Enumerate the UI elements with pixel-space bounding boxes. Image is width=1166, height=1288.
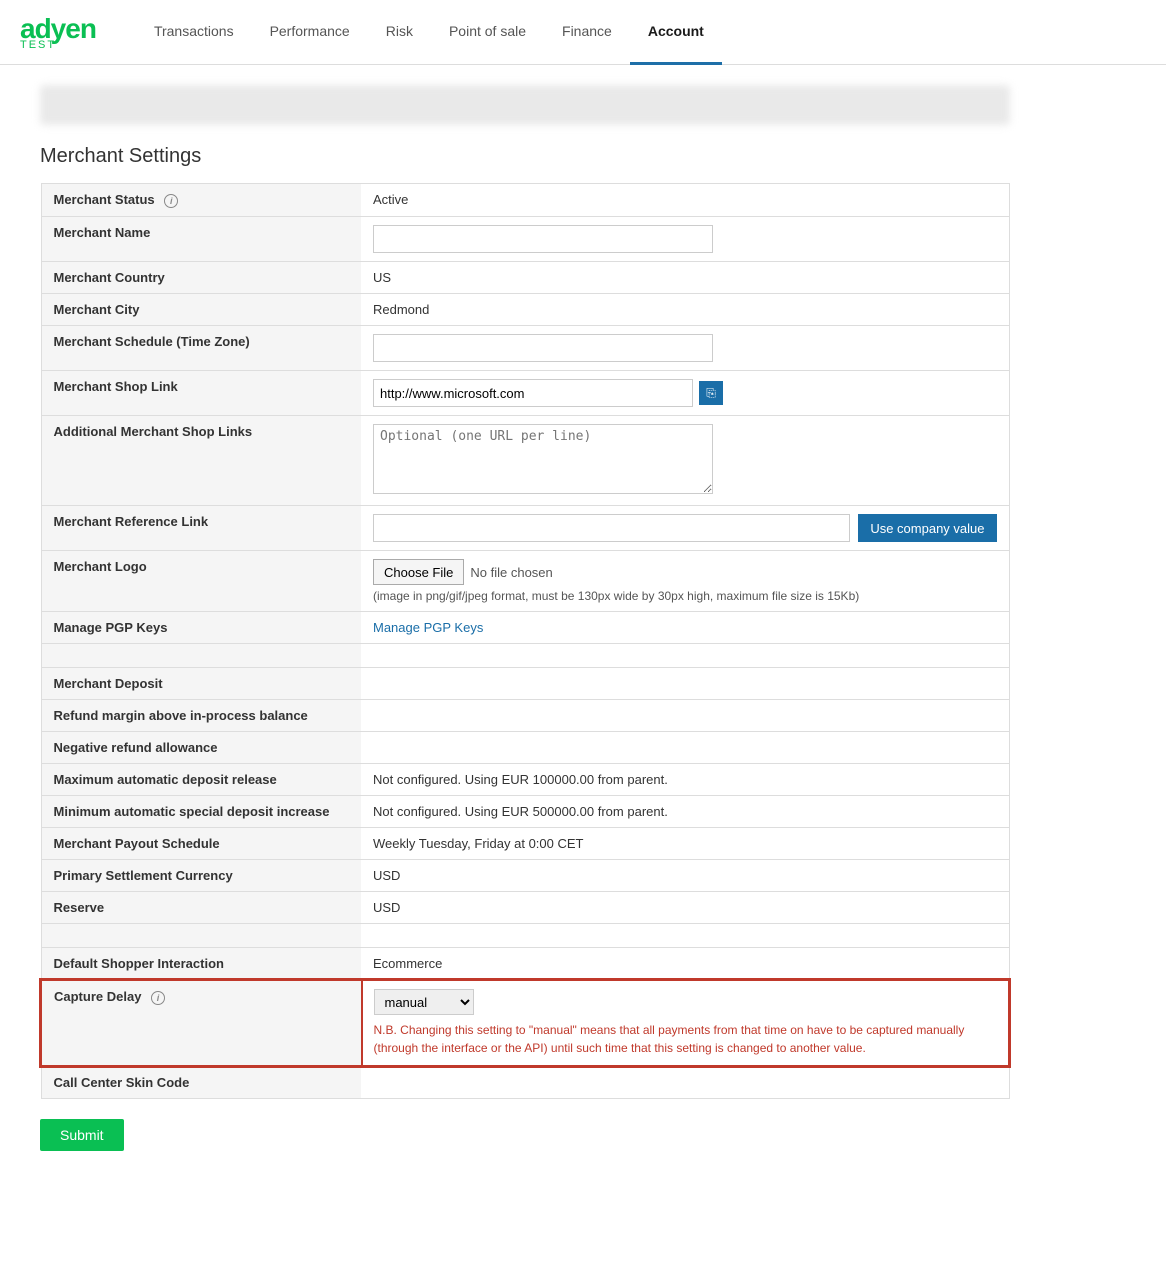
label-additional-shop-links: Additional Merchant Shop Links: [41, 416, 361, 506]
choose-file-button[interactable]: Choose File: [373, 559, 464, 585]
no-file-text: No file chosen: [470, 565, 552, 580]
spacer-row-1: [41, 644, 1009, 668]
row-merchant-city: Merchant City Redmond: [41, 294, 1009, 326]
label-merchant-city: Merchant City: [41, 294, 361, 326]
row-negative-refund: Negative refund allowance: [41, 732, 1009, 764]
label-merchant-logo: Merchant Logo: [41, 551, 361, 612]
ref-link-input[interactable]: [373, 514, 850, 542]
value-merchant-payout: Weekly Tuesday, Friday at 0:00 CET: [361, 828, 1009, 860]
value-capture-delay: manual immediate 1 day 2 days 3 days 4 d…: [361, 980, 1009, 1066]
info-icon-status[interactable]: i: [164, 194, 178, 208]
value-primary-settlement: USD: [361, 860, 1009, 892]
nav-point-of-sale[interactable]: Point of sale: [431, 0, 544, 65]
label-capture-delay: Capture Delay i: [41, 980, 361, 1066]
row-reserve: Reserve USD: [41, 892, 1009, 924]
value-merchant-shop-link: ⎘: [361, 371, 1009, 416]
row-merchant-payout: Merchant Payout Schedule Weekly Tuesday,…: [41, 828, 1009, 860]
value-merchant-deposit: [361, 668, 1009, 700]
merchant-schedule-input[interactable]: [373, 334, 713, 362]
shop-link-input[interactable]: [373, 379, 693, 407]
value-merchant-city: Redmond: [361, 294, 1009, 326]
label-merchant-name: Merchant Name: [41, 217, 361, 262]
label-max-auto-deposit: Maximum automatic deposit release: [41, 764, 361, 796]
value-reserve: USD: [361, 892, 1009, 924]
value-default-shopper: Ecommerce: [361, 948, 1009, 981]
file-input-wrapper: Choose File No file chosen: [373, 559, 997, 585]
value-min-auto-special: Not configured. Using EUR 500000.00 from…: [361, 796, 1009, 828]
merchant-name-input[interactable]: [373, 225, 713, 253]
value-merchant-ref-link: Use company value: [361, 506, 1009, 551]
row-default-shopper: Default Shopper Interaction Ecommerce: [41, 948, 1009, 981]
spacer-row-2: [41, 924, 1009, 948]
value-max-auto-deposit: Not configured. Using EUR 100000.00 from…: [361, 764, 1009, 796]
row-merchant-name: Merchant Name: [41, 217, 1009, 262]
label-merchant-ref-link: Merchant Reference Link: [41, 506, 361, 551]
row-manage-pgp: Manage PGP Keys Manage PGP Keys: [41, 612, 1009, 644]
label-merchant-schedule: Merchant Schedule (Time Zone): [41, 326, 361, 371]
value-merchant-status: Active: [361, 184, 1009, 217]
submit-button[interactable]: Submit: [40, 1119, 124, 1151]
settings-table: Merchant Status i Active Merchant Name M…: [40, 183, 1010, 1099]
value-merchant-country: US: [361, 262, 1009, 294]
label-merchant-status: Merchant Status i: [41, 184, 361, 217]
nav-links: Transactions Performance Risk Point of s…: [136, 0, 1146, 65]
label-primary-settlement: Primary Settlement Currency: [41, 860, 361, 892]
blurred-banner: [40, 85, 1010, 125]
label-merchant-deposit: Merchant Deposit: [41, 668, 361, 700]
row-merchant-country: Merchant Country US: [41, 262, 1009, 294]
row-additional-shop-links: Additional Merchant Shop Links: [41, 416, 1009, 506]
row-merchant-schedule: Merchant Schedule (Time Zone): [41, 326, 1009, 371]
row-primary-settlement: Primary Settlement Currency USD: [41, 860, 1009, 892]
nav-performance[interactable]: Performance: [252, 0, 368, 65]
value-merchant-logo: Choose File No file chosen (image in png…: [361, 551, 1009, 612]
file-hint: (image in png/gif/jpeg format, must be 1…: [373, 589, 997, 603]
label-negative-refund: Negative refund allowance: [41, 732, 361, 764]
row-merchant-deposit: Merchant Deposit: [41, 668, 1009, 700]
capture-delay-select[interactable]: manual immediate 1 day 2 days 3 days 4 d…: [374, 989, 474, 1015]
row-refund-margin: Refund margin above in-process balance: [41, 700, 1009, 732]
label-manage-pgp: Manage PGP Keys: [41, 612, 361, 644]
copy-button[interactable]: ⎘: [699, 381, 723, 405]
manage-pgp-link[interactable]: Manage PGP Keys: [373, 620, 483, 635]
nav-account[interactable]: Account: [630, 0, 722, 65]
value-merchant-name: [361, 217, 1009, 262]
nav-risk[interactable]: Risk: [368, 0, 431, 65]
label-merchant-payout: Merchant Payout Schedule: [41, 828, 361, 860]
label-call-center: Call Center Skin Code: [41, 1066, 361, 1099]
nav-transactions[interactable]: Transactions: [136, 0, 252, 65]
capture-note: N.B. Changing this setting to "manual" m…: [374, 1021, 997, 1057]
value-manage-pgp: Manage PGP Keys: [361, 612, 1009, 644]
row-merchant-status: Merchant Status i Active: [41, 184, 1009, 217]
value-call-center: [361, 1066, 1009, 1099]
value-additional-shop-links: [361, 416, 1009, 506]
row-merchant-ref-link: Merchant Reference Link Use company valu…: [41, 506, 1009, 551]
row-max-auto-deposit: Maximum automatic deposit release Not co…: [41, 764, 1009, 796]
ref-link-wrapper: Use company value: [373, 514, 997, 542]
info-icon-capture[interactable]: i: [151, 991, 165, 1005]
value-merchant-schedule: [361, 326, 1009, 371]
logo: adyen TEST: [20, 13, 96, 51]
row-merchant-shop-link: Merchant Shop Link ⎘: [41, 371, 1009, 416]
value-refund-margin: [361, 700, 1009, 732]
row-call-center: Call Center Skin Code: [41, 1066, 1009, 1099]
use-company-value-button[interactable]: Use company value: [858, 514, 996, 542]
row-min-auto-special: Minimum automatic special deposit increa…: [41, 796, 1009, 828]
shop-link-wrapper: ⎘: [373, 379, 997, 407]
row-capture-delay: Capture Delay i manual immediate 1 day 2…: [41, 980, 1009, 1066]
navigation: adyen TEST Transactions Performance Risk…: [0, 0, 1166, 65]
label-default-shopper: Default Shopper Interaction: [41, 948, 361, 981]
page-content: Merchant Settings Merchant Status i Acti…: [0, 65, 1050, 1171]
value-negative-refund: [361, 732, 1009, 764]
label-reserve: Reserve: [41, 892, 361, 924]
page-title: Merchant Settings: [40, 145, 1010, 168]
label-merchant-country: Merchant Country: [41, 262, 361, 294]
nav-finance[interactable]: Finance: [544, 0, 630, 65]
label-min-auto-special: Minimum automatic special deposit increa…: [41, 796, 361, 828]
label-refund-margin: Refund margin above in-process balance: [41, 700, 361, 732]
row-merchant-logo: Merchant Logo Choose File No file chosen…: [41, 551, 1009, 612]
additional-shop-links-textarea[interactable]: [373, 424, 713, 494]
label-merchant-shop-link: Merchant Shop Link: [41, 371, 361, 416]
